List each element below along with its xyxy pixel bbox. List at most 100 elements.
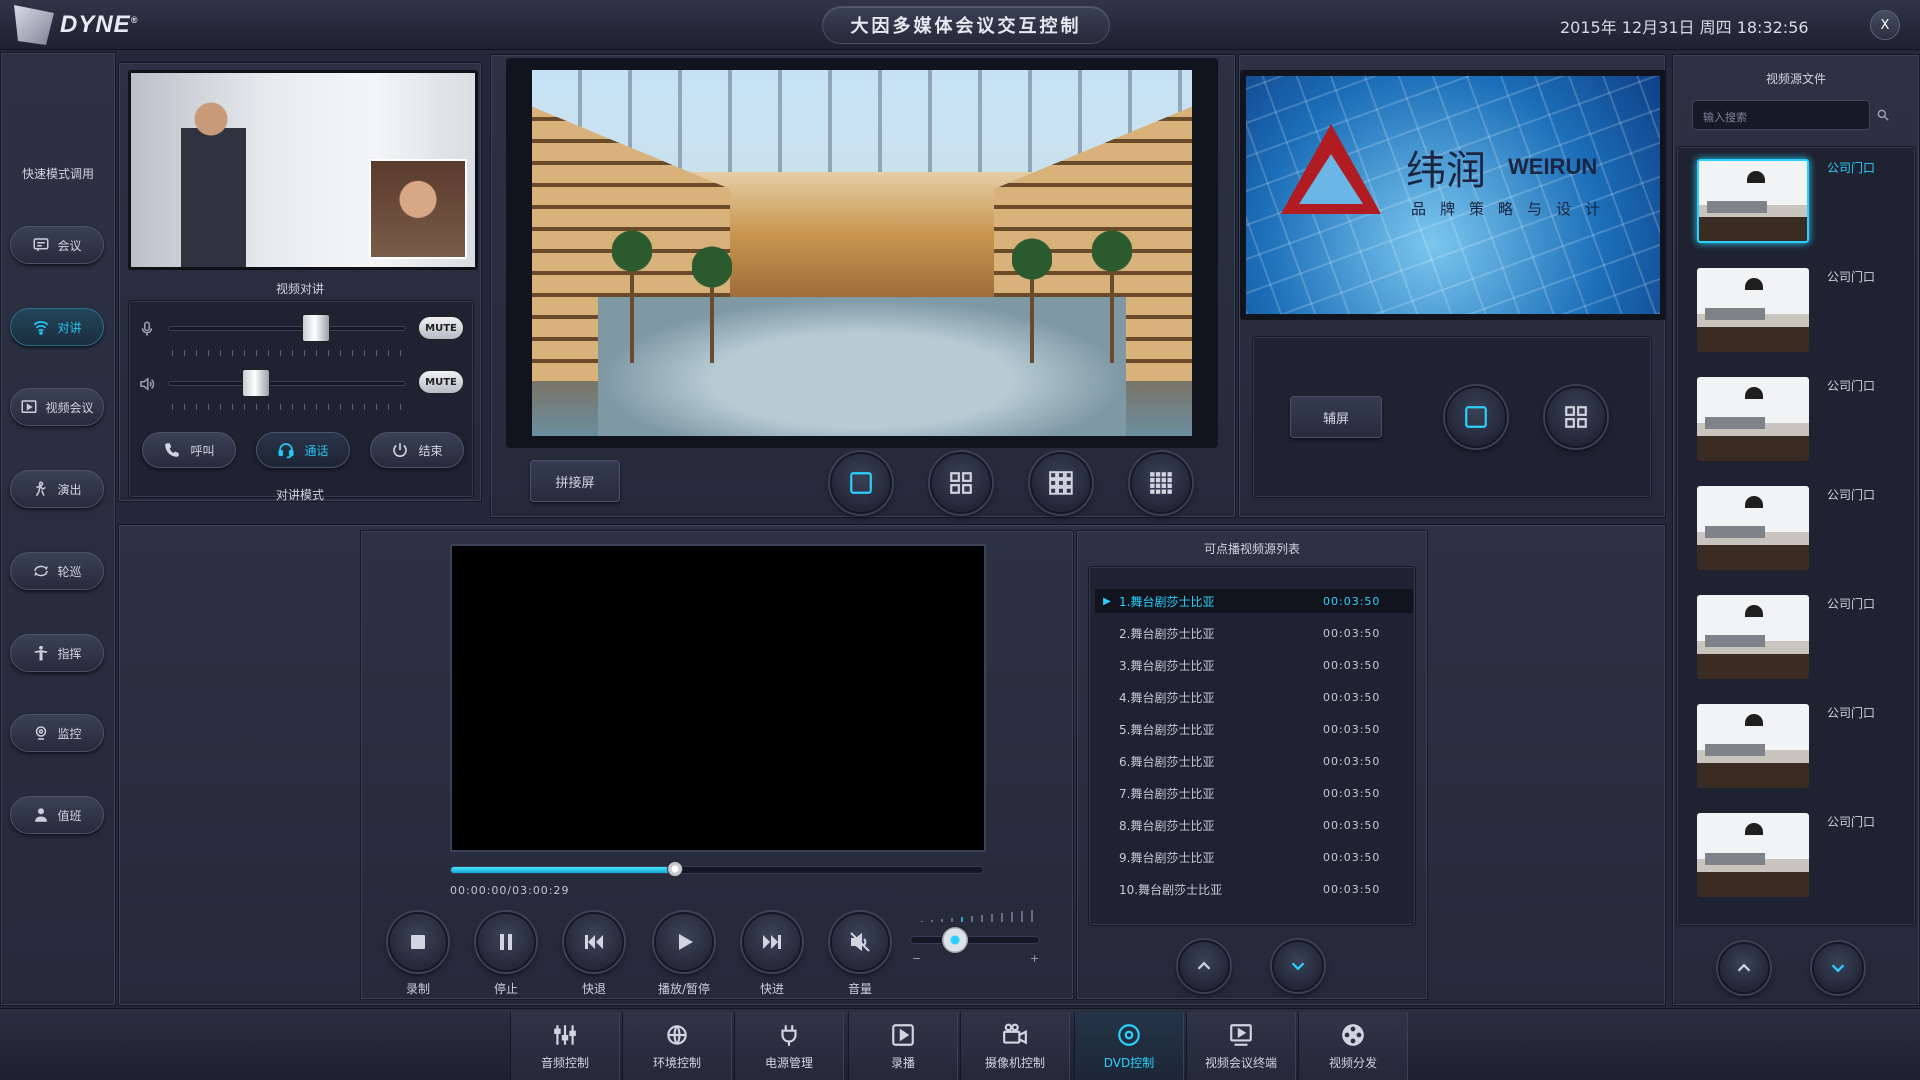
volume-slider[interactable] [910,936,1040,944]
source-item[interactable]: 公司门口 [1677,365,1917,465]
sidebar-item-cycle[interactable]: 轮巡 [10,552,104,590]
palm-tree [692,242,732,363]
playlist-scroll-down-button[interactable] [1272,940,1324,992]
playlist-item[interactable]: 10.舞台剧莎士比亚 00:03:50 [1095,877,1413,901]
sidebar-item-command[interactable]: 指挥 [10,634,104,672]
fast-forward-button[interactable] [742,912,802,972]
volume-slider-knob[interactable] [940,926,969,954]
nav-dvd-control[interactable]: DVD控制 [1074,1012,1184,1080]
playlist-item[interactable]: 2.舞台剧莎士比亚 00:03:50 [1095,621,1413,645]
playlist-item-name: 10.舞台剧莎士比亚 [1119,882,1223,897]
source-item[interactable]: 公司门口 [1677,583,1917,683]
nav-power-management[interactable]: 电源管理 [734,1012,844,1080]
playlist-item[interactable]: 6.舞台剧莎士比亚 00:03:50 [1095,749,1413,773]
record-button[interactable] [388,912,448,972]
sidebar-item-monitor[interactable]: 监控 [10,714,104,752]
playlist-item-duration: 00:03:50 [1323,882,1381,896]
sidebar-item-label: 监控 [57,726,82,741]
speaker-volume-slider[interactable] [168,381,406,386]
aux-layout-single-button[interactable] [1445,386,1507,448]
playlist-item-name: 7.舞台剧莎士比亚 [1119,786,1215,801]
main-layout-16-button[interactable] [1130,452,1192,514]
playlist-item-duration: 00:03:50 [1323,626,1381,640]
playlist-item-duration: 00:03:50 [1323,690,1381,704]
aux-screen-button[interactable]: 辅屏 [1290,396,1382,438]
source-item[interactable]: 公司门口 [1677,801,1917,901]
film-reel-icon [1342,1023,1364,1046]
quick-mode-sidebar [0,52,116,1006]
source-item[interactable]: 公司门口 [1677,147,1917,247]
source-label: 公司门口 [1827,488,1876,502]
weirun-logo-icon [1281,124,1381,214]
call-button[interactable]: 呼叫 [142,432,236,468]
source-item[interactable]: 公司门口 [1677,256,1917,356]
playlist-item[interactable]: ▶ 1.舞台剧莎士比亚 00:03:50 [1095,589,1413,613]
playlist-item-duration: 00:03:50 [1323,786,1381,800]
sidebar-item-performance[interactable]: 演出 [10,470,104,508]
play-pause-button[interactable] [654,912,714,972]
nav-recording[interactable]: 录播 [848,1012,958,1080]
source-scroll-up-button[interactable] [1718,942,1770,994]
playlist-item-duration: 00:03:50 [1323,658,1381,672]
logo-text: DYNE® [60,11,139,38]
source-scroll-down-button[interactable] [1812,942,1864,994]
aux-screen-preview: 纬润 WEIRUN 品牌策略与设计 [1240,70,1666,320]
playlist-item-duration: 00:03:50 [1323,594,1381,608]
playlist-item[interactable]: 3.舞台剧莎士比亚 00:03:50 [1095,653,1413,677]
sidebar-item-duty[interactable]: 值班 [10,796,104,834]
aux-layout-4-button[interactable] [1545,386,1607,448]
mic-volume-slider[interactable] [168,326,406,331]
microphone-icon [141,321,153,336]
talk-button-label: 通话 [304,443,329,458]
nav-label: DVD控制 [1103,1055,1155,1070]
nav-video-conference-terminal[interactable]: 视频会议终端 [1186,1012,1296,1080]
single-layout-icon [1465,406,1487,428]
source-item[interactable]: 公司门口 [1677,692,1917,792]
nav-video-distribution[interactable]: 视频分发 [1298,1012,1408,1080]
speaker-mute-button[interactable]: MUTE [418,370,464,394]
playback-time: 00:00:00/03:00:29 [450,884,570,897]
source-thumbnail [1697,159,1809,243]
record-label: 录制 [405,982,430,996]
progress-fill [451,867,675,873]
source-label: 公司门口 [1827,706,1876,720]
close-button[interactable]: X [1870,10,1900,40]
splice-screen-button[interactable]: 拼接屏 [530,460,620,502]
playback-progress-bar[interactable] [450,861,984,877]
volume-mute-button[interactable] [830,912,890,972]
stop-button[interactable] [476,912,536,972]
volume-label: 音量 [847,982,872,996]
sidebar-item-video-conference[interactable]: 视频会议 [10,388,104,426]
dvd-video-screen[interactable] [450,544,986,852]
source-search-input[interactable]: 输入搜索 [1692,100,1870,130]
playlist-item[interactable]: 9.舞台剧莎士比亚 00:03:50 [1095,845,1413,869]
playlist-item[interactable]: 5.舞台剧莎士比亚 00:03:50 [1095,717,1413,741]
main-layout-4-button[interactable] [930,452,992,514]
talk-button[interactable]: 通话 [256,432,350,468]
single-layout-icon [850,472,872,494]
playlist-item[interactable]: 4.舞台剧莎士比亚 00:03:50 [1095,685,1413,709]
nav-label: 视频会议终端 [1204,1055,1277,1070]
playlist-scroll-up-button[interactable] [1178,940,1230,992]
main-layout-9-button[interactable] [1030,452,1092,514]
source-item[interactable]: 公司门口 [1677,474,1917,574]
search-button[interactable] [1870,100,1896,130]
fast-forward-icon [763,935,781,949]
intercom-title: 视频对讲 [275,282,324,296]
rewind-button[interactable] [564,912,624,972]
grid-16-layout-icon [1150,472,1172,494]
nav-camera-control[interactable]: 摄像机控制 [960,1012,1070,1080]
speaker-slider-knob[interactable] [241,369,270,397]
main-layout-single-button[interactable] [830,452,892,514]
playlist-item-name: 6.舞台剧莎士比亚 [1119,754,1215,769]
nav-environment-control[interactable]: 环境控制 [622,1012,732,1080]
playlist-item[interactable]: 7.舞台剧莎士比亚 00:03:50 [1095,781,1413,805]
sidebar-item-intercom[interactable]: 对讲 [10,308,104,346]
end-call-button[interactable]: 结束 [370,432,464,468]
sidebar-item-label: 值班 [57,808,82,823]
sidebar-item-meeting[interactable]: 会议 [10,226,104,264]
nav-audio-control[interactable]: 音频控制 [510,1012,620,1080]
mic-mute-button[interactable]: MUTE [418,316,464,340]
playlist-item[interactable]: 8.舞台剧莎士比亚 00:03:50 [1095,813,1413,837]
mic-slider-knob[interactable] [302,314,331,342]
